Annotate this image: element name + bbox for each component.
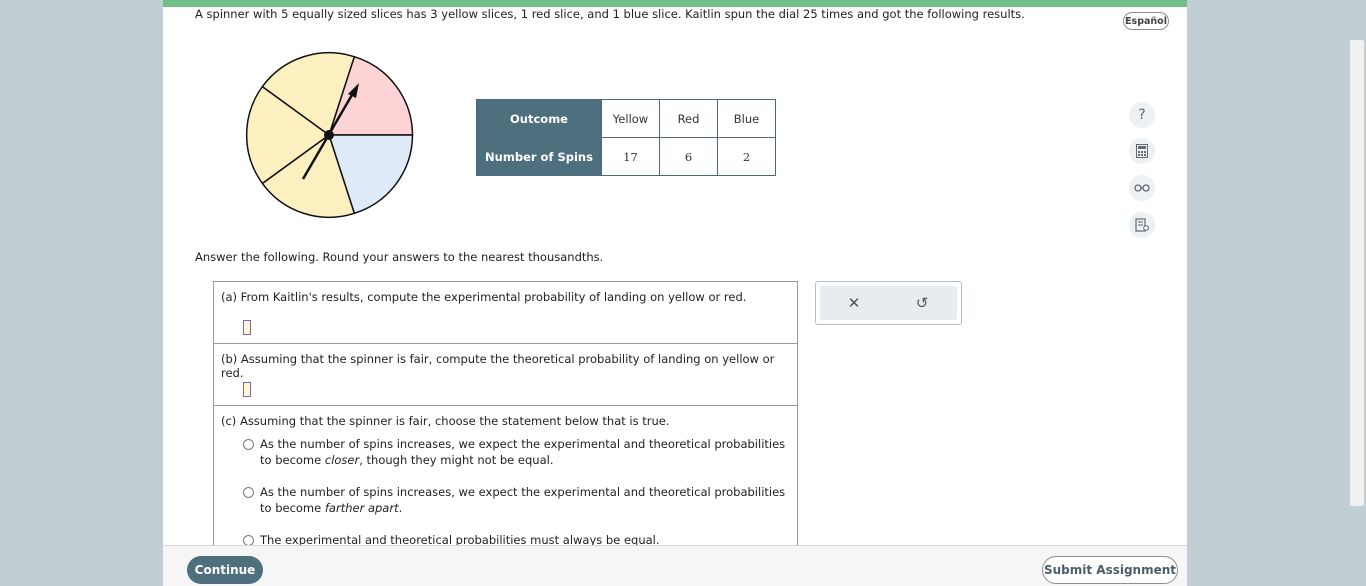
- spinner-graphic: [245, 52, 414, 218]
- outcome-red: Red: [659, 99, 718, 138]
- results-table: Outcome Yellow Red Blue Number of Spins …: [476, 99, 776, 176]
- part-b: (b) Assuming that the spinner is fair, c…: [214, 344, 797, 406]
- outcome-blue: Blue: [717, 99, 776, 138]
- submit-assignment-button[interactable]: Submit Assignment: [1042, 556, 1178, 584]
- help-icon[interactable]: ?: [1129, 102, 1155, 128]
- notes-icon[interactable]: [1129, 212, 1155, 238]
- undo-icon[interactable]: ↺: [888, 294, 956, 312]
- option-1-text-em: closer: [324, 453, 360, 467]
- option-2-text-em: farther apart: [324, 501, 399, 515]
- option-2-text-post: .: [398, 501, 403, 515]
- option-2-radio[interactable]: [243, 487, 254, 498]
- count-red: 6: [659, 137, 718, 176]
- part-a-answer-input[interactable]: [243, 320, 251, 335]
- language-toggle-button[interactable]: Español: [1123, 12, 1169, 30]
- outcome-yellow: Yellow: [601, 99, 660, 138]
- progress-bar: [163, 0, 1187, 7]
- glasses-glyph: [1134, 184, 1150, 192]
- assignment-page: A spinner with 5 equally sized slices ha…: [163, 0, 1187, 545]
- answer-toolbox-inner: ✕ ↺: [820, 286, 957, 320]
- part-c: (c) Assuming that the spinner is fair, c…: [214, 406, 797, 545]
- table-header-outcome: Outcome: [476, 99, 602, 138]
- option-1-text: As the number of spins increases, we exp…: [260, 436, 788, 468]
- problem-prompt: A spinner with 5 equally sized slices ha…: [195, 7, 1025, 21]
- spinner-hub: [324, 130, 334, 140]
- part-a-label: (a) From Kaitlin's results, compute the …: [221, 290, 747, 304]
- clear-icon[interactable]: ✕: [820, 294, 888, 312]
- answer-toolbox: ✕ ↺: [815, 281, 962, 325]
- part-a: (a) From Kaitlin's results, compute the …: [214, 282, 797, 344]
- instructions-text: Answer the following. Round your answers…: [195, 250, 604, 264]
- count-yellow: 17: [601, 137, 660, 176]
- option-1-radio[interactable]: [243, 439, 254, 450]
- help-glyph: ?: [1138, 107, 1146, 123]
- page-scrollbar[interactable]: [1350, 40, 1364, 506]
- option-3-radio[interactable]: [243, 535, 254, 545]
- question-parts: (a) From Kaitlin's results, compute the …: [213, 281, 798, 545]
- option-3-text: The experimental and theoretical probabi…: [260, 533, 660, 545]
- footer-bar: Continue Submit Assignment: [163, 545, 1187, 586]
- glasses-icon[interactable]: [1129, 175, 1155, 201]
- continue-button[interactable]: Continue: [187, 556, 263, 584]
- notes-glyph: [1135, 218, 1149, 232]
- calculator-glyph: [1136, 144, 1148, 158]
- part-c-label: (c) Assuming that the spinner is fair, c…: [221, 414, 670, 428]
- part-b-answer-input[interactable]: [243, 382, 251, 397]
- part-b-label: (b) Assuming that the spinner is fair, c…: [221, 352, 775, 380]
- part-c-option-1[interactable]: As the number of spins increases, we exp…: [243, 436, 788, 468]
- table-header-spins: Number of Spins: [476, 137, 602, 176]
- option-1-text-post: , though they might not be equal.: [359, 453, 554, 467]
- option-2-text: As the number of spins increases, we exp…: [260, 484, 788, 516]
- part-c-option-2[interactable]: As the number of spins increases, we exp…: [243, 484, 788, 516]
- part-c-option-3[interactable]: The experimental and theoretical probabi…: [243, 532, 788, 545]
- count-blue: 2: [717, 137, 776, 176]
- calculator-icon[interactable]: [1129, 138, 1155, 164]
